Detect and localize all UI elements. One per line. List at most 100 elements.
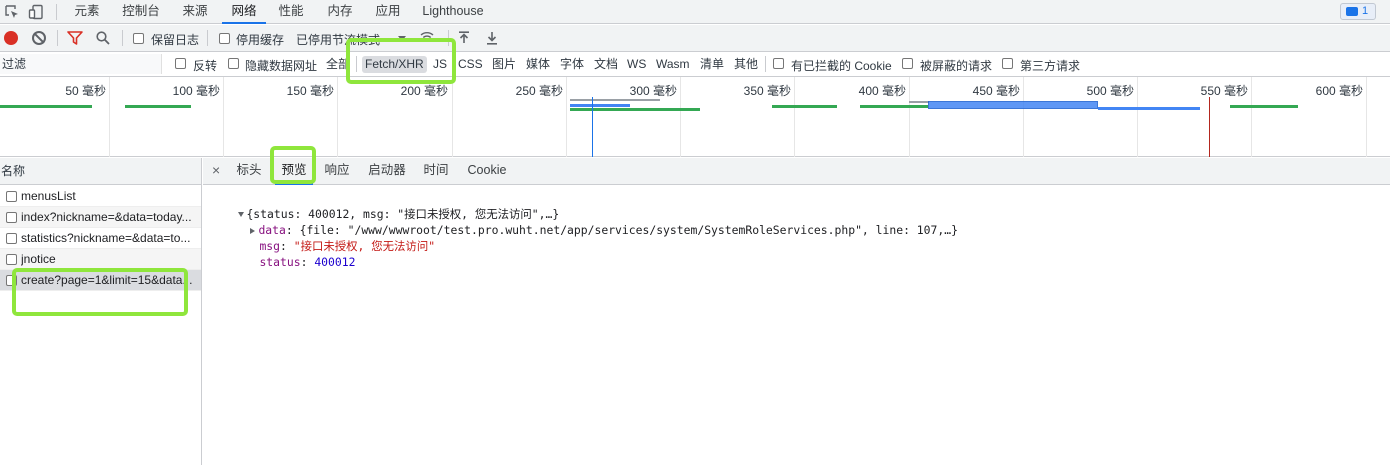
third-party-label: 第三方请求 <box>1020 59 1081 73</box>
highlight-box <box>346 38 456 84</box>
hide-data-urls-label: 隐藏数据网址 <box>245 59 318 73</box>
waterfall-bar <box>909 101 929 103</box>
filter-type-font[interactable]: 字体 <box>560 56 584 73</box>
request-checkbox[interactable] <box>6 191 17 202</box>
time-tick: 200 毫秒 <box>400 84 448 98</box>
waterfall-bar <box>0 105 92 108</box>
inspect-element-icon[interactable] <box>4 4 20 20</box>
issues-count: 1 <box>1362 5 1369 17</box>
filter-type-doc[interactable]: 文档 <box>594 56 618 73</box>
divider <box>56 4 57 20</box>
record-icon[interactable] <box>4 31 18 45</box>
disable-cache-checkbox[interactable] <box>219 33 230 44</box>
request-row[interactable]: index?nickname=&data=today... <box>0 207 201 228</box>
time-tick: 250 毫秒 <box>515 84 563 98</box>
filter-type-wasm[interactable]: Wasm <box>656 56 690 73</box>
tab-application[interactable]: 应用 <box>368 0 408 24</box>
time-tick: 400 毫秒 <box>858 84 906 98</box>
tab-timing[interactable]: 时间 <box>419 158 453 185</box>
filter-type-manifest[interactable]: 清单 <box>700 56 724 73</box>
waterfall-bar <box>772 105 837 108</box>
highlight-box <box>270 146 316 184</box>
divider <box>207 30 208 46</box>
filter-icon[interactable] <box>67 31 83 45</box>
gridline <box>1366 77 1367 157</box>
import-har-icon[interactable] <box>458 31 470 45</box>
time-tick: 50 毫秒 <box>65 84 106 98</box>
tab-memory[interactable]: 内存 <box>320 0 360 24</box>
filter-type-media[interactable]: 媒体 <box>526 56 550 73</box>
clear-icon[interactable] <box>32 31 46 45</box>
tab-headers[interactable]: 标头 <box>231 158 267 185</box>
message-icon <box>1346 7 1358 16</box>
gridline <box>1023 77 1024 157</box>
waterfall-bar <box>860 105 928 108</box>
request-name: menusList <box>21 189 76 203</box>
divider <box>765 56 766 72</box>
timeline-overview[interactable]: 50 毫秒 100 毫秒 150 毫秒 200 毫秒 250 毫秒 300 毫秒… <box>0 77 1390 157</box>
json-preview: {status: 400012, msg: "接口未授权, 您无法访问",…} … <box>203 186 1390 465</box>
divider <box>122 30 123 46</box>
tab-initiator[interactable]: 启动器 <box>363 158 411 185</box>
waterfall-bar <box>125 105 191 108</box>
divider <box>57 30 58 46</box>
filter-type-ws[interactable]: WS <box>627 56 646 73</box>
name-column-header[interactable]: 名称 <box>0 158 201 185</box>
search-icon[interactable] <box>95 30 111 46</box>
time-tick: 550 毫秒 <box>1200 84 1248 98</box>
detail-tab-bar: × 标头 预览 响应 启动器 时间 Cookie <box>203 158 1390 185</box>
preserve-log-checkbox[interactable] <box>133 33 144 44</box>
blocked-requests-checkbox[interactable] <box>902 58 913 69</box>
hide-data-urls-checkbox[interactable] <box>228 58 239 69</box>
waterfall-bar <box>1230 105 1298 108</box>
disable-cache-label: 停用缓存 <box>236 33 285 47</box>
filter-type-css[interactable]: CSS <box>458 56 483 73</box>
gridline <box>909 77 910 157</box>
tab-network[interactable]: 网络 <box>222 0 266 24</box>
time-tick: 100 毫秒 <box>172 84 220 98</box>
filter-input[interactable] <box>0 54 162 74</box>
load-event-line <box>1209 97 1210 157</box>
request-row[interactable]: statistics?nickname=&data=to... <box>0 228 201 249</box>
tab-elements[interactable]: 元素 <box>67 0 107 24</box>
waterfall-bar <box>570 108 700 111</box>
tab-sources[interactable]: 来源 <box>175 0 215 24</box>
gridline <box>680 77 681 157</box>
waterfall-bar <box>570 104 630 107</box>
device-toolbar-icon[interactable] <box>28 4 44 20</box>
waterfall-bar <box>570 99 660 101</box>
network-toolbar: 保留日志 停用缓存 已停用节流模式 <box>0 25 1390 52</box>
gridline <box>1251 77 1252 157</box>
blocked-cookies-label: 有已拦截的 Cookie <box>791 59 892 73</box>
invert-label: 反转 <box>193 59 218 73</box>
tab-performance[interactable]: 性能 <box>271 0 311 24</box>
close-icon[interactable]: × <box>212 162 220 178</box>
request-checkbox[interactable] <box>6 254 17 265</box>
time-tick: 450 毫秒 <box>972 84 1020 98</box>
tab-response[interactable]: 响应 <box>319 158 355 185</box>
filter-type-img[interactable]: 图片 <box>492 56 516 73</box>
request-row[interactable]: menusList <box>0 186 201 207</box>
json-colon: : <box>300 255 315 269</box>
filter-type-other[interactable]: 其他 <box>734 56 758 73</box>
request-name: index?nickname=&data=today... <box>21 210 192 224</box>
time-tick: 350 毫秒 <box>743 84 791 98</box>
issues-badge[interactable]: 1 <box>1340 3 1376 20</box>
request-checkbox[interactable] <box>6 212 17 223</box>
json-key: status <box>259 255 301 269</box>
time-tick: 500 毫秒 <box>1086 84 1134 98</box>
gridline <box>337 77 338 157</box>
blocked-cookies-checkbox[interactable] <box>773 58 784 69</box>
request-checkbox[interactable] <box>6 233 17 244</box>
time-tick: 300 毫秒 <box>629 84 677 98</box>
tab-lighthouse[interactable]: Lighthouse <box>417 0 489 24</box>
invert-checkbox[interactable] <box>175 58 186 69</box>
waterfall-bar <box>928 101 1098 109</box>
gridline <box>566 77 567 157</box>
gridline <box>1137 77 1138 157</box>
tab-console[interactable]: 控制台 <box>116 0 166 24</box>
request-row[interactable]: jnotice <box>0 249 201 270</box>
third-party-checkbox[interactable] <box>1002 58 1013 69</box>
tab-cookies[interactable]: Cookie <box>463 158 511 185</box>
export-har-icon[interactable] <box>486 31 498 45</box>
